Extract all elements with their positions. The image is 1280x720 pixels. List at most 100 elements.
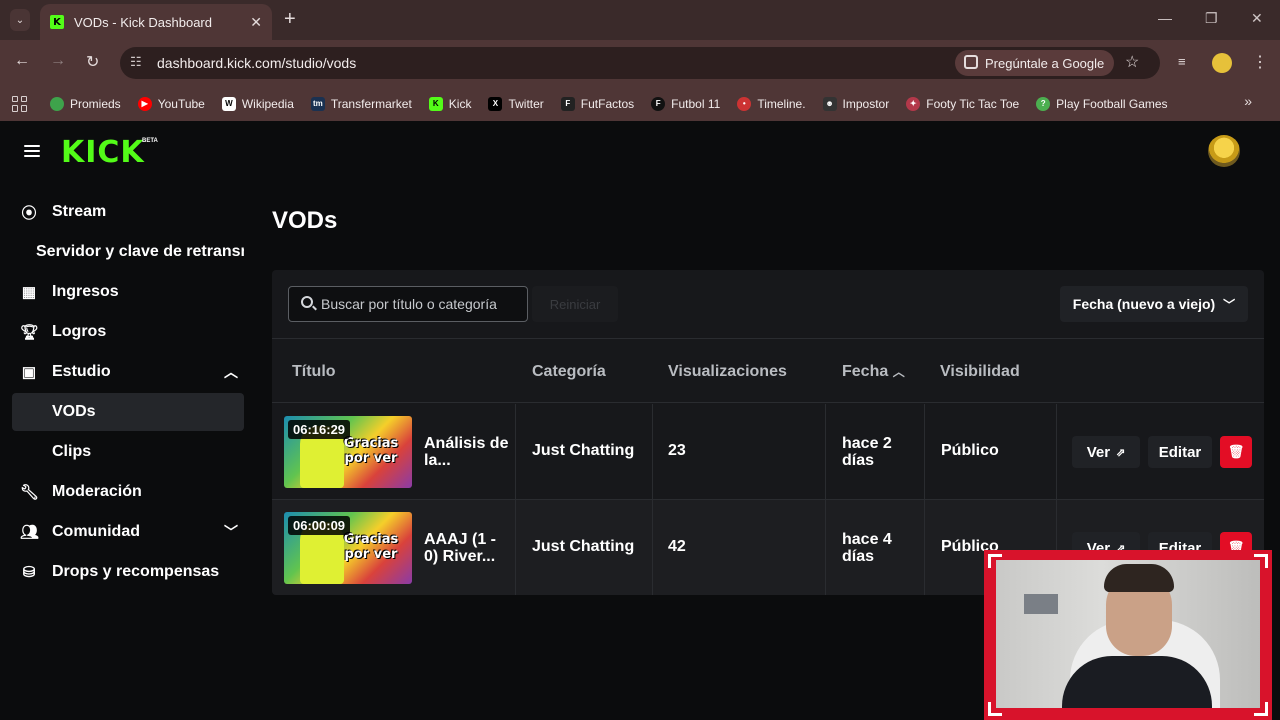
bookmark-star-icon[interactable]: ☆ xyxy=(1125,52,1139,72)
vod-title[interactable]: AAAJ (1 - 0) River... xyxy=(424,531,512,565)
trophy-icon: 🏆︎ xyxy=(20,324,40,341)
minimize-icon[interactable]: — xyxy=(1158,10,1172,26)
vod-visibility: Público xyxy=(941,442,999,459)
background-shelf xyxy=(1024,594,1058,614)
vod-thumbnail[interactable]: Gracias por ver 06:00:09 xyxy=(284,512,412,584)
restore-icon[interactable]: ❐ xyxy=(1205,10,1218,27)
sidebar-item-server-key[interactable]: Servidor y clave de retransm xyxy=(12,233,244,271)
vod-category: Just Chatting xyxy=(532,538,635,555)
frame-corner xyxy=(988,554,1002,568)
tab-search-button[interactable]: ⌄ xyxy=(10,9,30,31)
bookmark-futbol-11[interactable]: F Futbol 11 xyxy=(651,96,720,111)
bookmark-youtube[interactable]: ▶ YouTube xyxy=(137,96,205,111)
reset-button[interactable]: Reiniciar xyxy=(532,286,618,322)
view-button[interactable]: Ver ⇗ xyxy=(1072,436,1140,468)
sidebar-item-ingresos[interactable]: ▦ Ingresos xyxy=(12,273,244,311)
column-divider xyxy=(825,500,826,595)
trash-icon: 🗑︎ xyxy=(1227,444,1245,459)
wikipedia-icon: W xyxy=(221,96,236,111)
column-header-title[interactable]: Título xyxy=(292,363,336,381)
column-divider xyxy=(1056,404,1057,500)
new-tab-button[interactable]: + xyxy=(284,9,296,29)
url-text[interactable]: dashboard.kick.com/studio/vods xyxy=(157,55,356,71)
page-title: VODs xyxy=(272,207,338,234)
edit-button[interactable]: Editar xyxy=(1148,436,1212,468)
bookmark-kick[interactable]: K Kick xyxy=(428,96,471,111)
close-tab-icon[interactable]: ✕ xyxy=(250,14,262,31)
bookmark-footy-tic-tac-toe[interactable]: ✦ Footy Tic Tac Toe xyxy=(906,96,1019,111)
bookmark-impostor[interactable]: ☻ Impostor xyxy=(822,96,889,111)
sidebar-item-estudio[interactable]: ▣ Estudio ︿ xyxy=(12,353,244,391)
vod-views: 23 xyxy=(668,442,686,459)
column-divider xyxy=(825,404,826,500)
sort-dropdown[interactable]: Fecha (nuevo a viejo) ﹀ xyxy=(1060,286,1248,322)
table-header: Título Categoría Visualizaciones Fecha ︿… xyxy=(272,338,1264,403)
football-games-icon: ? xyxy=(1036,96,1051,111)
column-header-visibility[interactable]: Visibilidad xyxy=(940,363,1020,381)
search-input[interactable] xyxy=(321,287,521,321)
sidebar-item-logros[interactable]: 🏆︎ Logros xyxy=(12,313,244,351)
sidebar-item-moderacion[interactable]: 🔧︎ Moderación xyxy=(12,473,244,511)
sidebar-item-stream[interactable]: ⦿ Stream xyxy=(12,193,244,231)
timeline-icon: • xyxy=(737,96,752,111)
sidebar-item-clips[interactable]: Clips xyxy=(12,433,244,471)
profile-avatar[interactable] xyxy=(1212,53,1232,73)
frame-corner xyxy=(1254,554,1268,568)
streamer-hair xyxy=(1104,564,1174,592)
footy-icon: ✦ xyxy=(906,96,921,111)
bookmark-promieds[interactable]: Promieds xyxy=(50,96,121,111)
column-header-category[interactable]: Categoría xyxy=(532,363,606,381)
delete-button[interactable]: 🗑︎ xyxy=(1220,436,1252,468)
chevron-up-icon: ︿ xyxy=(224,364,238,380)
wrench-icon: 🔧︎ xyxy=(20,484,40,501)
media-control-icon[interactable]: ≡ xyxy=(1178,54,1186,69)
impostor-icon: ☻ xyxy=(822,96,837,111)
vod-views: 42 xyxy=(668,538,686,555)
address-bar[interactable]: ☷ dashboard.kick.com/studio/vods Pregúnt… xyxy=(120,47,1160,79)
menu-kebab-icon[interactable]: ⋮ xyxy=(1252,52,1268,72)
sidebar-item-drops[interactable]: ⛁ Drops y recompensas xyxy=(12,553,244,591)
reload-icon[interactable]: ↻ xyxy=(86,52,99,72)
broadcast-icon: ⦿ xyxy=(21,204,37,222)
forward-icon[interactable]: → xyxy=(50,52,66,70)
column-header-date[interactable]: Fecha ︿ xyxy=(842,363,905,381)
vod-thumbnail[interactable]: Gracias por ver 06:16:29 xyxy=(284,416,412,488)
kick-logo[interactable]: KICK xyxy=(61,135,145,170)
table-row[interactable]: Gracias por ver 06:16:29 Análisis de la.… xyxy=(272,404,1264,500)
ask-google-button[interactable]: Pregúntale a Google xyxy=(955,50,1115,76)
bookmark-timeline[interactable]: • Timeline. xyxy=(737,96,806,111)
vod-title[interactable]: Análisis de la... xyxy=(424,435,512,469)
user-avatar[interactable] xyxy=(1208,135,1240,167)
sidebar-item-vods[interactable]: VODs xyxy=(12,393,244,431)
chevron-down-icon: ﹀ xyxy=(1223,297,1236,312)
back-icon[interactable]: ← xyxy=(14,52,30,70)
bookmarks-bar: Promieds ▶ YouTube W Wikipedia tm Transferm… xyxy=(0,86,1280,121)
lens-icon xyxy=(964,55,978,69)
column-divider xyxy=(515,500,516,595)
bookmark-twitter[interactable]: X Twitter xyxy=(488,96,544,111)
thumbnail-text: Gracias por ver xyxy=(343,436,399,466)
bookmark-futfactos[interactable]: F FutFactos xyxy=(560,96,634,111)
sort-label: Fecha (nuevo a viejo) xyxy=(1072,296,1216,312)
apps-grid-icon[interactable] xyxy=(12,95,28,112)
browser-tab[interactable]: K VODs - Kick Dashboard ✕ xyxy=(40,4,272,40)
column-header-views[interactable]: Visualizaciones xyxy=(668,363,787,381)
column-divider xyxy=(924,500,925,595)
sidebar-item-comunidad[interactable]: 👥︎ Comunidad ﹀ xyxy=(12,513,244,551)
tab-title: VODs - Kick Dashboard xyxy=(74,14,212,30)
site-info-icon[interactable]: ☷ xyxy=(130,54,142,70)
search-icon xyxy=(301,296,313,308)
hamburger-menu-icon[interactable] xyxy=(24,145,40,157)
bookmark-transfermarket[interactable]: tm Transfermarket xyxy=(310,96,412,111)
x-icon: X xyxy=(488,96,503,111)
chevron-down-icon: ﹀ xyxy=(224,524,238,540)
more-bookmarks-icon[interactable]: » xyxy=(1244,93,1252,109)
sort-asc-icon: ︿ xyxy=(892,365,905,379)
close-window-icon[interactable]: ✕ xyxy=(1251,10,1263,27)
bookmark-wikipedia[interactable]: W Wikipedia xyxy=(221,96,294,111)
bookmark-play-football-games[interactable]: ? Play Football Games xyxy=(1036,96,1168,111)
search-box[interactable] xyxy=(288,286,528,322)
vod-category: Just Chatting xyxy=(532,442,635,459)
duration-badge: 06:00:09 xyxy=(288,516,351,535)
vod-date: hace 4 días xyxy=(842,531,892,565)
